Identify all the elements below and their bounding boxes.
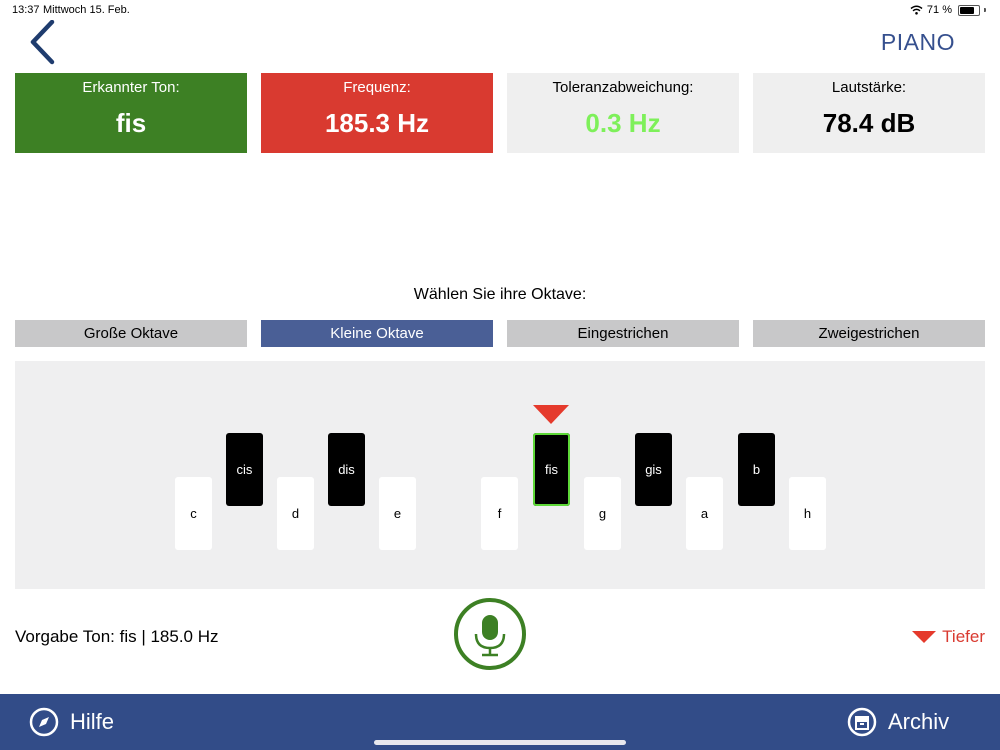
volume-card: Lautstärke: 78.4 dB	[753, 73, 985, 153]
frequency-card: Frequenz: 185.3 Hz	[261, 73, 493, 153]
tolerance-label: Toleranzabweichung:	[552, 79, 694, 96]
key-f[interactable]: f	[481, 477, 518, 550]
help-label: Hilfe	[70, 709, 115, 734]
key-g[interactable]: g	[584, 477, 621, 550]
status-time: 13:37	[12, 4, 40, 16]
microphone-button[interactable]	[454, 598, 526, 670]
detected-tone-card: Erkannter Ton: fis	[15, 73, 247, 153]
octave-prompt: Wählen Sie ihre Oktave:	[413, 286, 587, 303]
arrow-down-icon	[912, 631, 937, 643]
frequency-label: Frequenz:	[343, 79, 411, 96]
octave-button-gross[interactable]: Große Oktave	[15, 320, 247, 347]
microphone-icon	[474, 615, 506, 657]
back-button[interactable]	[22, 19, 62, 66]
octave-button-klein[interactable]: Kleine Oktave	[261, 320, 493, 347]
help-button[interactable]: Hilfe	[28, 706, 114, 738]
page-title: PIANO	[880, 29, 955, 55]
tolerance-card: Toleranzabweichung: 0.3 Hz	[507, 73, 739, 153]
tolerance-value: 0.3 Hz	[585, 108, 661, 138]
archive-box-icon	[847, 707, 877, 737]
key-b[interactable]: b	[738, 433, 775, 506]
status-date: Mittwoch 15. Feb.	[43, 4, 130, 16]
archive-button[interactable]: Archiv	[846, 706, 949, 738]
key-c[interactable]: c	[175, 477, 212, 550]
key-dis[interactable]: dis	[328, 433, 365, 506]
octave-button-eingestrichen[interactable]: Eingestrichen	[507, 320, 739, 347]
wifi-icon	[910, 5, 923, 15]
archive-label: Archiv	[888, 709, 950, 734]
detected-tone-label: Erkannter Ton:	[82, 79, 180, 96]
battery-tip	[984, 8, 986, 12]
volume-value: 78.4 dB	[822, 108, 916, 138]
direction-label: Tiefer	[942, 627, 985, 646]
direction-indicator: Tiefer	[912, 627, 985, 647]
detected-tone-value: fis	[115, 108, 147, 138]
status-indicators: 71 %	[910, 4, 986, 16]
chevron-left-icon	[30, 19, 55, 65]
battery-percent: 71 %	[926, 4, 952, 16]
key-h[interactable]: h	[789, 477, 826, 550]
volume-label: Lautstärke:	[831, 79, 907, 96]
key-a[interactable]: a	[686, 477, 723, 550]
battery-icon	[958, 4, 980, 16]
key-d[interactable]: d	[277, 477, 314, 550]
target-tone-text: Vorgabe Ton: fis | 185.0 Hz	[15, 627, 219, 646]
selected-key-marker	[533, 405, 569, 424]
octave-button-zweigestrichen[interactable]: Zweigestrichen	[753, 320, 985, 347]
home-indicator	[374, 740, 626, 745]
compass-icon	[29, 707, 59, 737]
key-e[interactable]: e	[379, 477, 416, 550]
key-fis[interactable]: fis	[533, 433, 570, 506]
frequency-value: 185.3 Hz	[324, 108, 430, 138]
key-cis[interactable]: cis	[226, 433, 263, 506]
key-gis[interactable]: gis	[635, 433, 672, 506]
keyboard-panel	[15, 361, 985, 589]
